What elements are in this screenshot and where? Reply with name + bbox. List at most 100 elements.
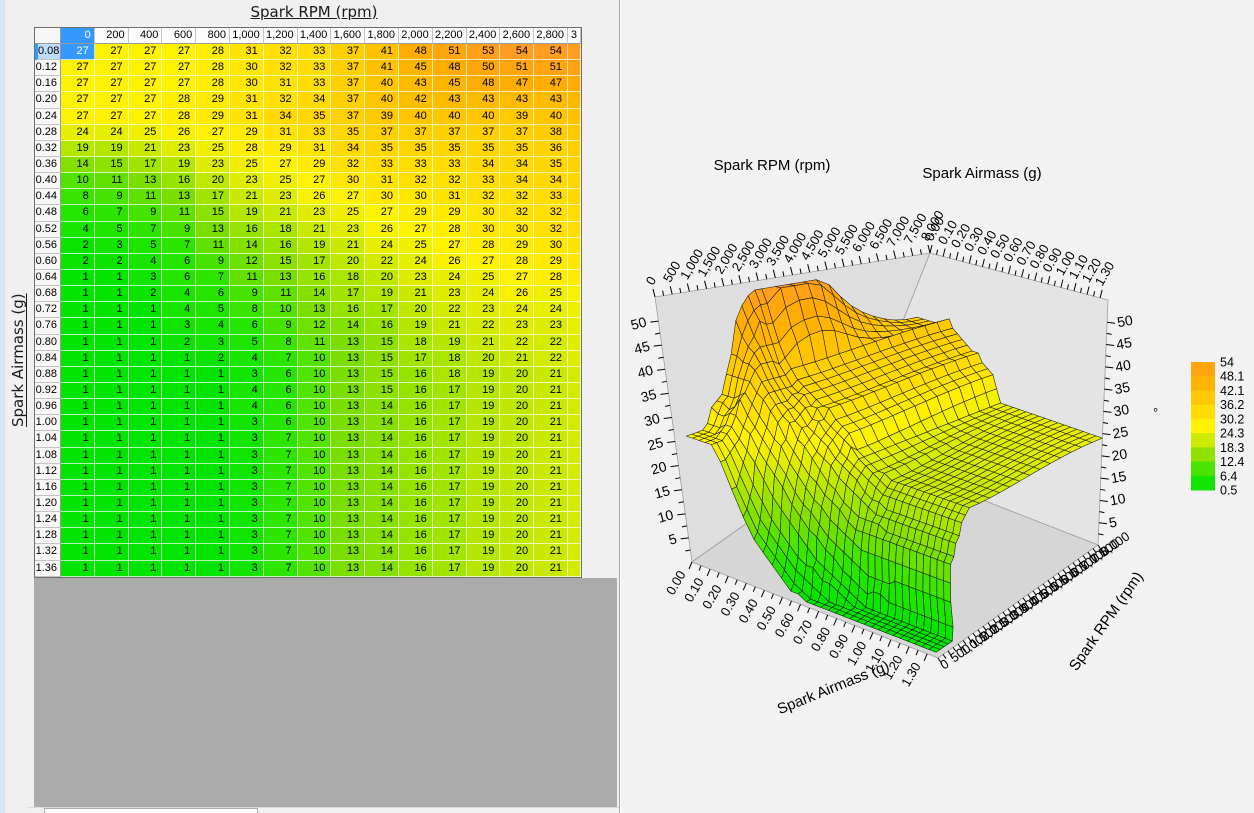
table-cell[interactable]: 10 (298, 415, 332, 431)
row-header[interactable]: 0.80 (35, 335, 61, 351)
table-cell[interactable]: 24 (467, 286, 501, 302)
table-cell[interactable]: 19 (467, 464, 501, 480)
table-cell[interactable]: 19 (230, 205, 264, 221)
table-cell[interactable]: 30 (399, 189, 433, 205)
table-cell[interactable]: 48 (467, 76, 501, 92)
column-header[interactable]: 1,000 (230, 28, 264, 44)
table-cell[interactable]: 29 (196, 109, 230, 125)
row-header[interactable]: 0.16 (35, 76, 61, 92)
table-cell[interactable]: 33 (298, 44, 332, 60)
column-header[interactable]: 2,400 (467, 28, 501, 44)
table-cell[interactable]: 4 (196, 318, 230, 334)
table-cell[interactable]: 48 (399, 44, 433, 60)
table-cell[interactable]: 19 (61, 141, 95, 157)
table-cell[interactable]: 16 (230, 222, 264, 238)
table-cell[interactable]: 3 (162, 318, 196, 334)
table-cell[interactable]: 28 (534, 270, 568, 286)
table-cell[interactable]: 2 (95, 254, 129, 270)
table-cell[interactable]: 1 (61, 383, 95, 399)
table-cell[interactable]: 18 (264, 222, 298, 238)
row-header[interactable]: 0.24 (35, 109, 61, 125)
table-cell[interactable]: 26 (433, 254, 467, 270)
column-header[interactable]: 200 (95, 28, 129, 44)
table-cell[interactable]: 16 (399, 544, 433, 560)
table-cell[interactable]: 18 (433, 351, 467, 367)
table-cell[interactable]: 19 (467, 399, 501, 415)
table-cell[interactable]: 27 (467, 254, 501, 270)
table-cell[interactable]: 1 (196, 448, 230, 464)
table-cell[interactable]: 33 (399, 157, 433, 173)
table-cell[interactable]: 20 (365, 270, 399, 286)
table-cell[interactable]: 28 (500, 254, 534, 270)
table-cell[interactable]: 13 (331, 415, 365, 431)
table-cell[interactable]: 27 (399, 222, 433, 238)
table-cell[interactable]: 21 (433, 318, 467, 334)
table-cell[interactable]: 1 (95, 512, 129, 528)
table-cell[interactable]: 21 (534, 480, 568, 496)
table-cell[interactable]: 40 (467, 109, 501, 125)
table-cell[interactable]: 13 (264, 270, 298, 286)
row-header[interactable]: 0.60 (35, 254, 61, 270)
table-cell[interactable]: 27 (500, 270, 534, 286)
table-cell[interactable]: 34 (298, 92, 332, 108)
table-cell[interactable]: 23 (331, 222, 365, 238)
table-cell[interactable]: 1 (196, 480, 230, 496)
table-cell[interactable]: 7 (264, 528, 298, 544)
table-cell[interactable]: 1 (95, 448, 129, 464)
table-cell[interactable]: 8 (230, 302, 264, 318)
table-cell[interactable]: 30 (331, 173, 365, 189)
table-cell[interactable]: 20 (500, 528, 534, 544)
table-cell[interactable]: 20 (500, 480, 534, 496)
table-cell[interactable]: 2 (129, 286, 163, 302)
table-cell[interactable]: 1 (95, 544, 129, 560)
table-cell[interactable]: 1 (129, 561, 163, 577)
table-cell[interactable]: 1 (196, 367, 230, 383)
table-cell[interactable]: 1 (162, 544, 196, 560)
table-cell[interactable]: 19 (95, 141, 129, 157)
table-cell[interactable]: 18 (331, 270, 365, 286)
table-cell[interactable]: 3 (230, 480, 264, 496)
table-cell[interactable]: 16 (399, 367, 433, 383)
table-cell[interactable]: 23 (399, 270, 433, 286)
table-cell[interactable]: 21 (534, 448, 568, 464)
table-cell[interactable]: 17 (433, 431, 467, 447)
table-cell-partial[interactable] (568, 76, 581, 92)
table-cell[interactable]: 16 (399, 415, 433, 431)
table-cell[interactable]: 38 (534, 125, 568, 141)
table-cell-partial[interactable] (568, 399, 581, 415)
table-cell[interactable]: 10 (298, 480, 332, 496)
table-cell[interactable]: 17 (433, 464, 467, 480)
column-header[interactable]: 2,000 (399, 28, 433, 44)
table-cell[interactable]: 5 (230, 335, 264, 351)
column-header[interactable]: 400 (129, 28, 163, 44)
table-cell[interactable]: 27 (61, 44, 95, 60)
table-cell[interactable]: 35 (399, 141, 433, 157)
table-cell[interactable]: 1 (61, 399, 95, 415)
table-cell[interactable]: 14 (61, 157, 95, 173)
table-cell[interactable]: 21 (534, 512, 568, 528)
table-cell[interactable]: 17 (399, 351, 433, 367)
table-cell[interactable]: 1 (162, 383, 196, 399)
table-cell[interactable]: 16 (399, 399, 433, 415)
table-cell[interactable]: 10 (298, 351, 332, 367)
table-cell[interactable]: 32 (534, 205, 568, 221)
table-cell[interactable]: 35 (365, 141, 399, 157)
table-cell[interactable]: 13 (331, 561, 365, 577)
table-cell[interactable]: 1 (129, 318, 163, 334)
table-cell[interactable]: 4 (230, 351, 264, 367)
table-cell[interactable]: 9 (264, 318, 298, 334)
table-cell[interactable]: 3 (196, 335, 230, 351)
table-cell[interactable]: 13 (331, 335, 365, 351)
table-cell[interactable]: 1 (95, 480, 129, 496)
table-cell[interactable]: 19 (467, 561, 501, 577)
table-cell[interactable]: 5 (196, 302, 230, 318)
table-cell[interactable]: 20 (500, 464, 534, 480)
table-corner-cell[interactable] (35, 28, 61, 44)
table-cell[interactable]: 21 (230, 189, 264, 205)
table-cell[interactable]: 7 (196, 270, 230, 286)
column-header[interactable]: 1,200 (264, 28, 298, 44)
table-cell-partial[interactable] (568, 335, 581, 351)
table-cell[interactable]: 17 (433, 415, 467, 431)
table-cell[interactable]: 17 (433, 496, 467, 512)
table-cell-partial[interactable] (568, 141, 581, 157)
